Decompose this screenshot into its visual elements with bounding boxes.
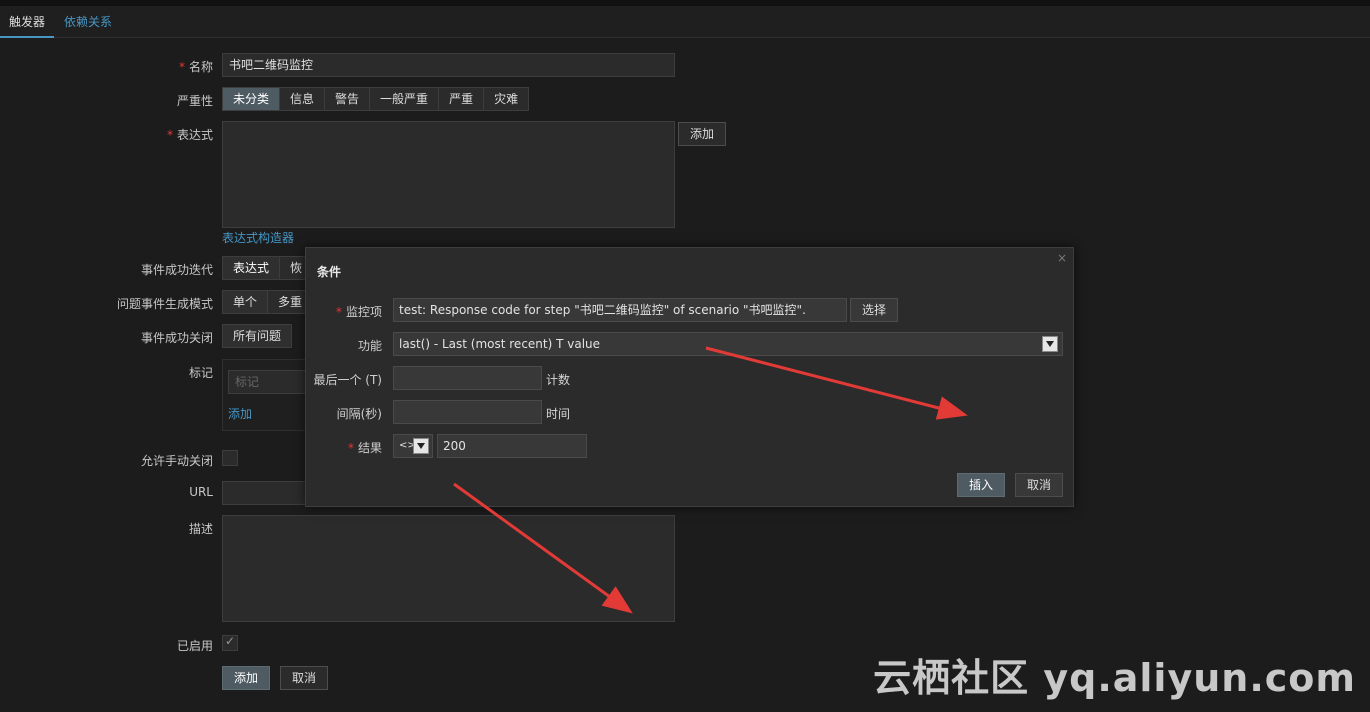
annotation-arrows [453,346,968,614]
arrow-to-description [453,482,633,614]
arrow-to-function [705,346,968,420]
watermark: 云栖社区 yq.aliyun.com [873,656,1356,700]
